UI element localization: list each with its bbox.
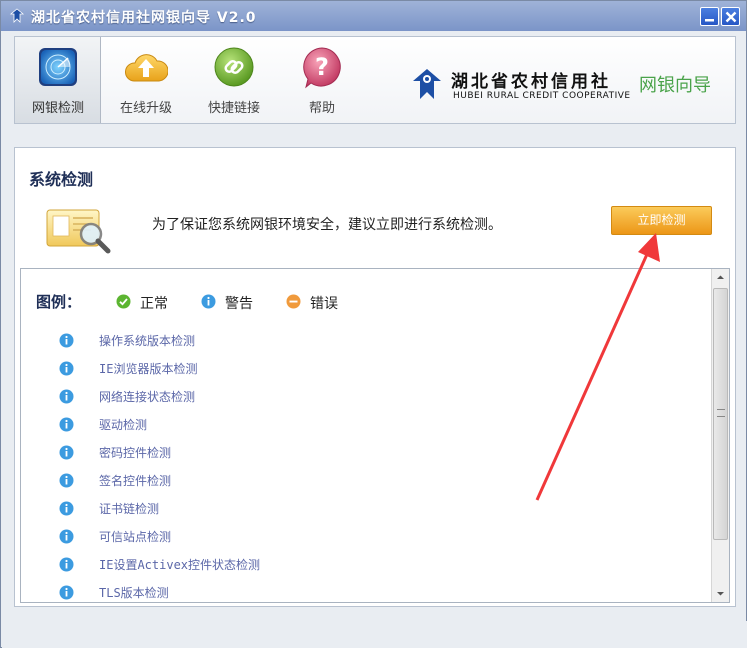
- list-item: 密码控件检测: [59, 442, 659, 464]
- cloud-upload-icon: [125, 54, 168, 82]
- bank-name-cn: 湖北省农村信用社: [451, 72, 611, 92]
- check-circle-icon: [116, 294, 131, 309]
- check-item-label: 驱动检测: [99, 418, 148, 432]
- info-circle-icon: [59, 473, 74, 488]
- info-circle-icon: [59, 501, 74, 516]
- check-item-label: 签名控件检测: [99, 474, 172, 488]
- close-icon: [725, 11, 737, 23]
- tool-label: 网银检测: [31, 101, 84, 116]
- tool-online-upgrade[interactable]: 在线升级: [103, 37, 189, 123]
- window-title: 湖北省农村信用社网银向导 V2.0: [31, 10, 257, 26]
- list-item: 可信站点检测: [59, 526, 659, 548]
- info-circle-icon: [59, 417, 74, 432]
- tool-bank-check[interactable]: 网银检测: [15, 37, 101, 123]
- title-bar[interactable]: 湖北省农村信用社网银向导 V2.0: [1, 1, 746, 31]
- scrollbar-thumb[interactable]: [713, 288, 728, 540]
- info-circle-icon: [59, 333, 74, 348]
- grip-lines-icon: [717, 409, 725, 417]
- info-circle-icon: [59, 529, 74, 544]
- bank-emblem-icon: [413, 69, 441, 99]
- minimize-icon: [705, 19, 714, 22]
- minimize-button[interactable]: [700, 7, 719, 26]
- list-item: 操作系统版本检测: [59, 330, 659, 352]
- list-item: 网络连接状态检测: [59, 386, 659, 408]
- tool-label: 帮助: [308, 101, 335, 116]
- check-item-label: IE浏览器版本检测: [99, 362, 198, 376]
- caret-up-icon: [717, 275, 724, 279]
- tool-quick-links[interactable]: 快捷链接: [191, 37, 277, 123]
- tool-label: 在线升级: [119, 101, 172, 116]
- check-item-label: TLS版本检测: [99, 586, 169, 600]
- legend: 图例： 正常 警告 错误: [36, 291, 456, 315]
- check-item-label: IE设置Activex控件状态检测: [99, 558, 261, 572]
- document-magnifier-icon: [46, 209, 111, 254]
- legend-title: 图例：: [36, 293, 82, 311]
- svg-text:?: ?: [315, 53, 329, 81]
- radar-icon: [39, 48, 77, 86]
- check-item-label: 证书链检测: [99, 502, 160, 516]
- list-item: TLS版本检测: [59, 582, 659, 602]
- start-check-button[interactable]: 立即检测: [611, 206, 712, 235]
- intro-text: 为了保证您系统网银环境安全，建议立即进行系统检测。: [152, 217, 502, 233]
- info-circle-icon: [59, 361, 74, 376]
- info-circle-icon: [201, 294, 216, 309]
- check-item-label: 可信站点检测: [99, 530, 172, 544]
- help-question-icon: ?: [303, 47, 341, 89]
- bank-logo: 湖北省农村信用社 HUBEI RURAL CREDIT COOPERATIVE …: [409, 67, 729, 107]
- list-item: IE浏览器版本检测: [59, 358, 659, 380]
- main-toolbar: 网银检测 在线升级 快捷链接 ? 帮助 湖北省农村信用社 HUBEI RURAL…: [14, 36, 736, 124]
- check-item-label: 网络连接状态检测: [99, 390, 196, 404]
- app-window: 湖北省农村信用社网银向导 V2.0 网银检测 在线升级 快捷链接 ? 帮助 湖北…: [0, 0, 747, 648]
- caret-down-icon: [717, 592, 724, 596]
- chain-link-icon: [214, 47, 254, 87]
- info-circle-icon: [59, 557, 74, 572]
- legend-label: 错误: [310, 296, 338, 312]
- panel-title: 系统检测: [29, 170, 94, 189]
- check-item-label: 密码控件检测: [99, 446, 172, 460]
- list-item: 签名控件检测: [59, 470, 659, 492]
- legend-label: 正常: [140, 296, 168, 312]
- list-item: 驱动检测: [59, 414, 659, 436]
- scroll-up-button[interactable]: [712, 269, 729, 286]
- app-logo-icon: [9, 8, 25, 23]
- info-circle-icon: [59, 389, 74, 404]
- status-bar: [2, 621, 747, 648]
- bank-name-en: HUBEI RURAL CREDIT COOPERATIVE: [453, 91, 631, 101]
- info-circle-icon: [59, 445, 74, 460]
- close-button[interactable]: [721, 7, 740, 26]
- info-circle-icon: [59, 585, 74, 600]
- check-item-label: 操作系统版本检测: [99, 334, 196, 348]
- system-check-panel: 系统检测 为了保证您系统网银环境安全，建议立即进行系统检测。 立即检测 图例： …: [14, 147, 736, 607]
- tool-help[interactable]: ? 帮助: [279, 37, 365, 123]
- logo-side-text: 网银向导: [639, 75, 711, 96]
- check-list[interactable]: 图例： 正常 警告 错误 操作系统版本检测 IE浏览器版本检测 网络连接状态检测…: [20, 268, 730, 603]
- scroll-down-button[interactable]: [712, 585, 729, 602]
- list-item: 证书链检测: [59, 498, 659, 520]
- list-item: IE设置Activex控件状态检测: [59, 554, 659, 576]
- tool-label: 快捷链接: [207, 101, 260, 116]
- vertical-scrollbar[interactable]: [711, 269, 729, 602]
- minus-circle-icon: [286, 294, 301, 309]
- legend-label: 警告: [225, 296, 253, 312]
